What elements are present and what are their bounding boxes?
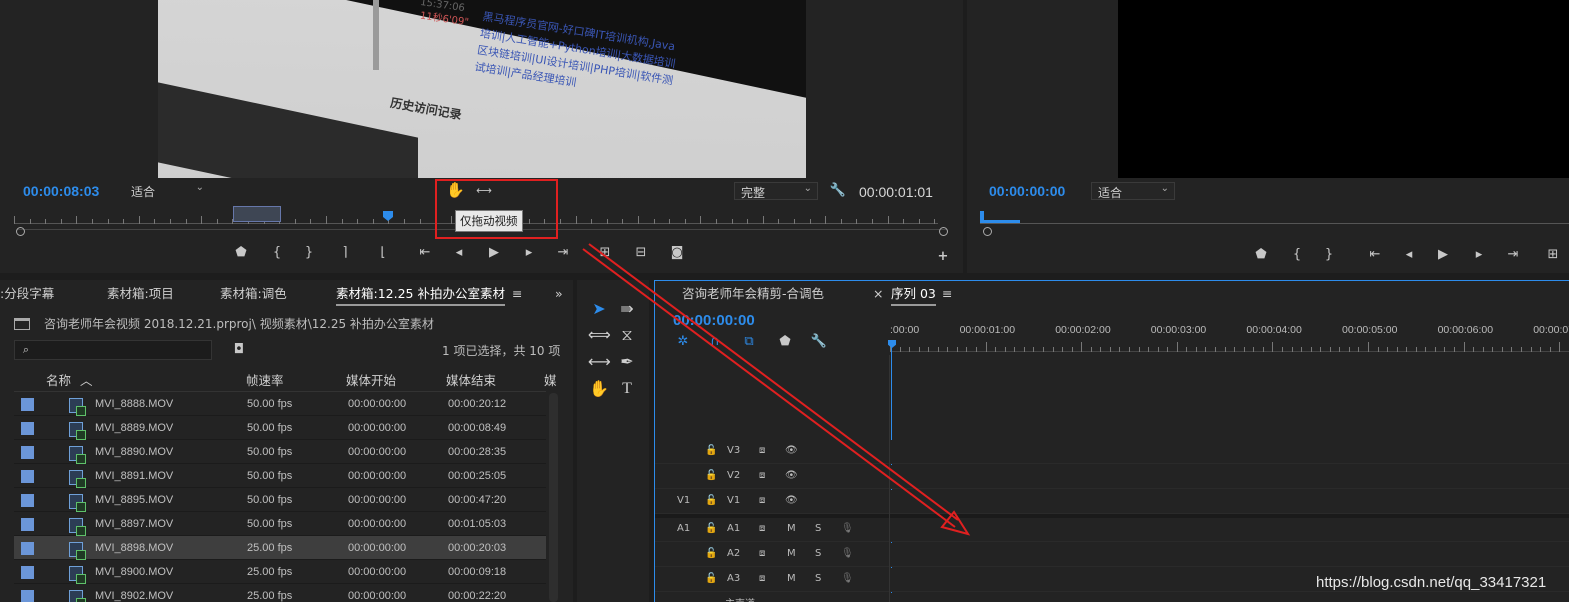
watermark: https://blog.csdn.net/qq_33417321 [1316,574,1547,591]
annotation-arrow [582,243,971,536]
